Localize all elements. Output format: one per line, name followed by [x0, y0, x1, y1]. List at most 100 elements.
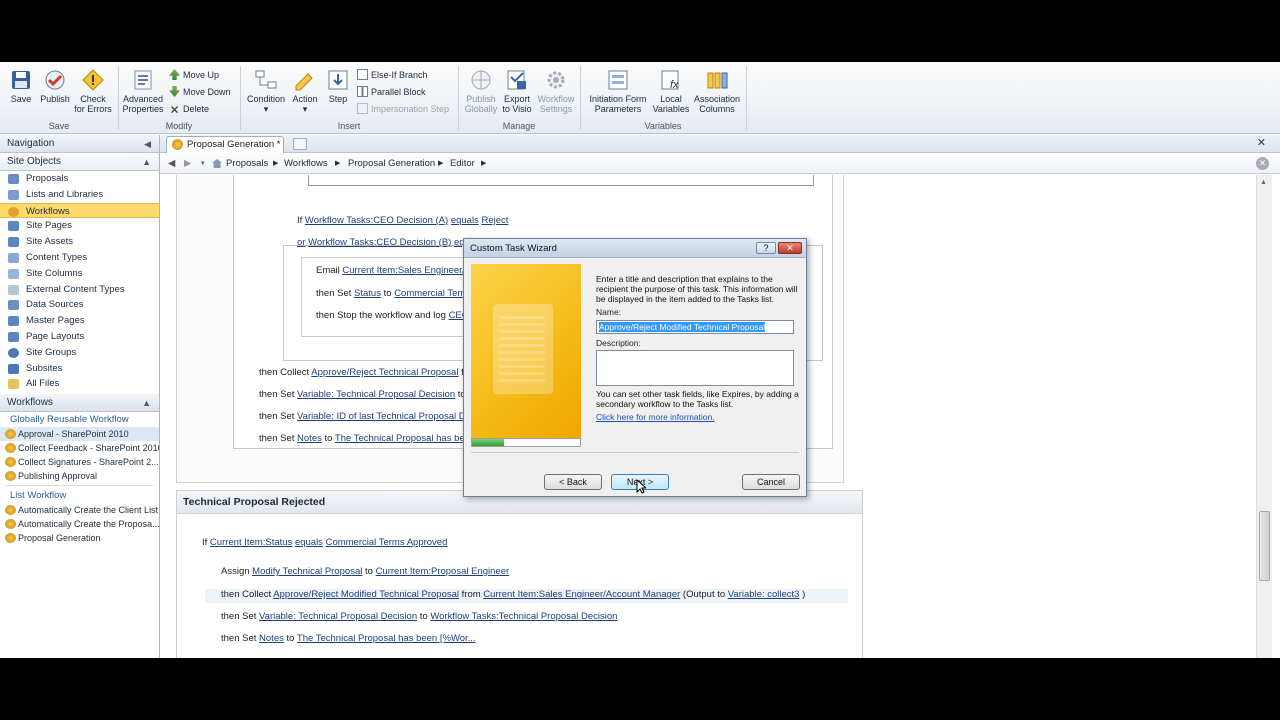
task-link[interactable]: Approve/Reject Modified Technical Propos… — [273, 589, 459, 600]
field-link[interactable]: Notes — [259, 633, 284, 644]
back-icon[interactable]: ◀ — [168, 154, 175, 174]
condition-field-link[interactable]: Workflow Tasks:CEO Decision (B) — [308, 237, 451, 248]
nav-item-content-types[interactable]: Content Types — [0, 250, 159, 266]
nav-item-master-pages[interactable]: Master Pages — [0, 313, 159, 329]
value-link[interactable]: Workflow Tasks:Technical Proposal Decisi… — [430, 611, 617, 622]
breadcrumb-item[interactable]: Proposal Generation — [348, 154, 435, 174]
workflow-item[interactable]: Publishing Approval — [0, 469, 159, 483]
move-down-button[interactable]: Move Down — [169, 85, 231, 99]
operator-link[interactable]: equals — [295, 537, 323, 548]
step-button[interactable]: Step — [324, 68, 352, 104]
breadcrumb-item[interactable]: Editor — [450, 154, 475, 174]
workflow-settings-button[interactable]: Workflow Settings — [535, 68, 577, 114]
nav-item-lists-and-libraries[interactable]: Lists and Libraries — [0, 187, 159, 203]
action-button[interactable]: Action ▾ — [288, 68, 322, 114]
workflow-item[interactable]: Automatically Create the Client List — [0, 503, 159, 517]
close-icon[interactable]: ✕ — [1257, 136, 1266, 149]
initiation-form-parameters-button[interactable]: Initiation Form Parameters — [584, 68, 652, 114]
home-icon[interactable] — [212, 159, 222, 168]
field-link[interactable]: Notes — [297, 433, 322, 444]
value-link[interactable]: Commercial Term — [394, 288, 468, 299]
value-link[interactable]: Commercial Terms Approved — [326, 537, 448, 548]
nav-item-workflows[interactable]: Workflows — [0, 202, 159, 219]
description-input[interactable] — [596, 350, 794, 386]
content-type-icon — [8, 252, 19, 263]
close-icon[interactable]: ✕ — [778, 242, 802, 254]
cancel-button[interactable]: Cancel — [742, 474, 800, 490]
workflow-item[interactable]: Automatically Create the Proposa... — [0, 517, 159, 531]
nav-item-site-groups[interactable]: Site Groups — [0, 345, 159, 361]
condition-field-link[interactable]: Current Item:Status — [210, 537, 292, 548]
task-link[interactable]: Approve/Reject Technical Proposal — [311, 367, 458, 378]
operator-link[interactable]: equals — [451, 215, 479, 226]
chevron-left-icon[interactable]: ◀ — [144, 135, 151, 153]
nav-item-page-layouts[interactable]: Page Layouts — [0, 329, 159, 345]
output-variable-link[interactable]: Variable: collect3 — [728, 589, 800, 600]
chevron-up-icon[interactable]: ▲ — [142, 394, 151, 412]
condition-field-link[interactable]: Workflow Tasks:CEO Decision (A) — [305, 215, 448, 226]
scroll-thumb[interactable] — [1259, 511, 1270, 581]
or-link[interactable]: or — [297, 237, 305, 248]
more-info-link[interactable]: Click here for more information. — [596, 412, 715, 422]
task-link[interactable]: Modify Technical Proposal — [252, 566, 362, 577]
workflow-item[interactable]: Collect Signatures - SharePoint 2... — [0, 455, 159, 469]
value-link[interactable]: The Technical Proposal has bee — [335, 433, 470, 444]
nav-item-all-files[interactable]: All Files — [0, 376, 159, 392]
nav-item-proposals[interactable]: Proposals — [0, 171, 159, 187]
save-button[interactable]: Save — [8, 68, 34, 104]
scroll-up-icon[interactable]: ▲ — [1260, 179, 1267, 186]
dialog-titlebar[interactable]: Custom Task Wizard ? ✕ — [464, 239, 806, 258]
nav-item-label: Content Types — [26, 251, 88, 263]
help-icon[interactable]: ? — [756, 242, 776, 254]
close-editor-icon[interactable]: ✕ — [1256, 157, 1269, 170]
nav-item-external-content-types[interactable]: External Content Types — [0, 282, 159, 298]
local-variables-button[interactable]: fx Local Variables — [652, 68, 690, 114]
impersonation-step-button[interactable]: Impersonation Step — [357, 102, 449, 116]
tab-proposal-generation[interactable]: Proposal Generation * ▾ — [166, 136, 299, 153]
chevron-down-icon[interactable]: ▾ — [201, 154, 205, 174]
delete-button[interactable]: ✕ Delete — [169, 102, 209, 116]
site-objects-header[interactable]: Site Objects ▲ — [0, 153, 159, 171]
publish-button[interactable]: Publish — [38, 68, 72, 104]
workflow-icon — [5, 505, 16, 516]
workflow-item[interactable]: Collect Feedback - SharePoint 2010 — [0, 441, 159, 455]
workflow-item[interactable]: Approval - SharePoint 2010 — [0, 427, 159, 442]
parallel-block-button[interactable]: Parallel Block — [357, 85, 426, 99]
condition-button[interactable]: Condition ▾ — [244, 68, 288, 114]
nav-item-site-assets[interactable]: Site Assets — [0, 234, 159, 250]
vertical-scrollbar[interactable]: ▲ — [1256, 175, 1272, 658]
nav-item-site-columns[interactable]: Site Columns — [0, 266, 159, 282]
else-if-branch-button[interactable]: Else-If Branch — [357, 68, 428, 82]
nav-item-site-pages[interactable]: Site Pages — [0, 218, 159, 234]
globally-reusable-heading: Globally Reusable Workflow — [10, 414, 129, 426]
action-line[interactable]: then Collect Approve/Reject Modified Tec… — [221, 589, 805, 600]
variable-link[interactable]: Variable: Technical Proposal Decision — [297, 389, 455, 400]
assignee-link[interactable]: Current Item:Proposal Engineer — [376, 566, 510, 577]
forward-icon[interactable]: ▶ — [184, 154, 191, 174]
workflow-item[interactable]: Proposal Generation — [0, 531, 159, 545]
email-target-link[interactable]: Current Item:Sales Engineer/A — [342, 265, 471, 276]
check-for-errors-button[interactable]: Check for Errors — [72, 68, 114, 114]
navigation-header[interactable]: Navigation ◀ — [0, 135, 159, 153]
value-link[interactable]: The Technical Proposal has been [%Wor... — [297, 633, 476, 644]
breadcrumb-item[interactable]: Proposals — [226, 154, 268, 174]
field-link[interactable]: Status — [354, 288, 381, 299]
back-button[interactable]: < Back — [544, 474, 602, 490]
move-up-button[interactable]: Move Up — [169, 68, 219, 82]
name-input[interactable]: Approve/Reject Modified Technical Propos… — [596, 320, 794, 334]
nav-item-subsites[interactable]: Subsites — [0, 361, 159, 377]
nav-item-data-sources[interactable]: Data Sources — [0, 297, 159, 313]
breadcrumb-item[interactable]: Workflows — [284, 154, 328, 174]
variable-link[interactable]: Variable: ID of last Technical Proposal … — [297, 411, 471, 422]
nav-item-label: Site Groups — [26, 346, 77, 358]
association-columns-button[interactable]: Association Columns — [692, 68, 742, 114]
assignee-link[interactable]: Current Item:Sales Engineer/Account Mana… — [483, 589, 680, 600]
value-link[interactable]: Reject — [481, 215, 508, 226]
variable-link[interactable]: Variable: Technical Proposal Decision — [259, 611, 417, 622]
workflows-pane-header[interactable]: Workflows ▲ — [0, 394, 159, 413]
export-to-visio-button[interactable]: Export to Visio — [500, 68, 534, 114]
chevron-up-icon[interactable]: ▲ — [142, 153, 151, 171]
publish-globally-button[interactable]: Publish Globally — [462, 68, 500, 114]
new-tab-icon[interactable] — [293, 138, 307, 150]
advanced-properties-button[interactable]: Advanced Properties — [121, 68, 165, 114]
